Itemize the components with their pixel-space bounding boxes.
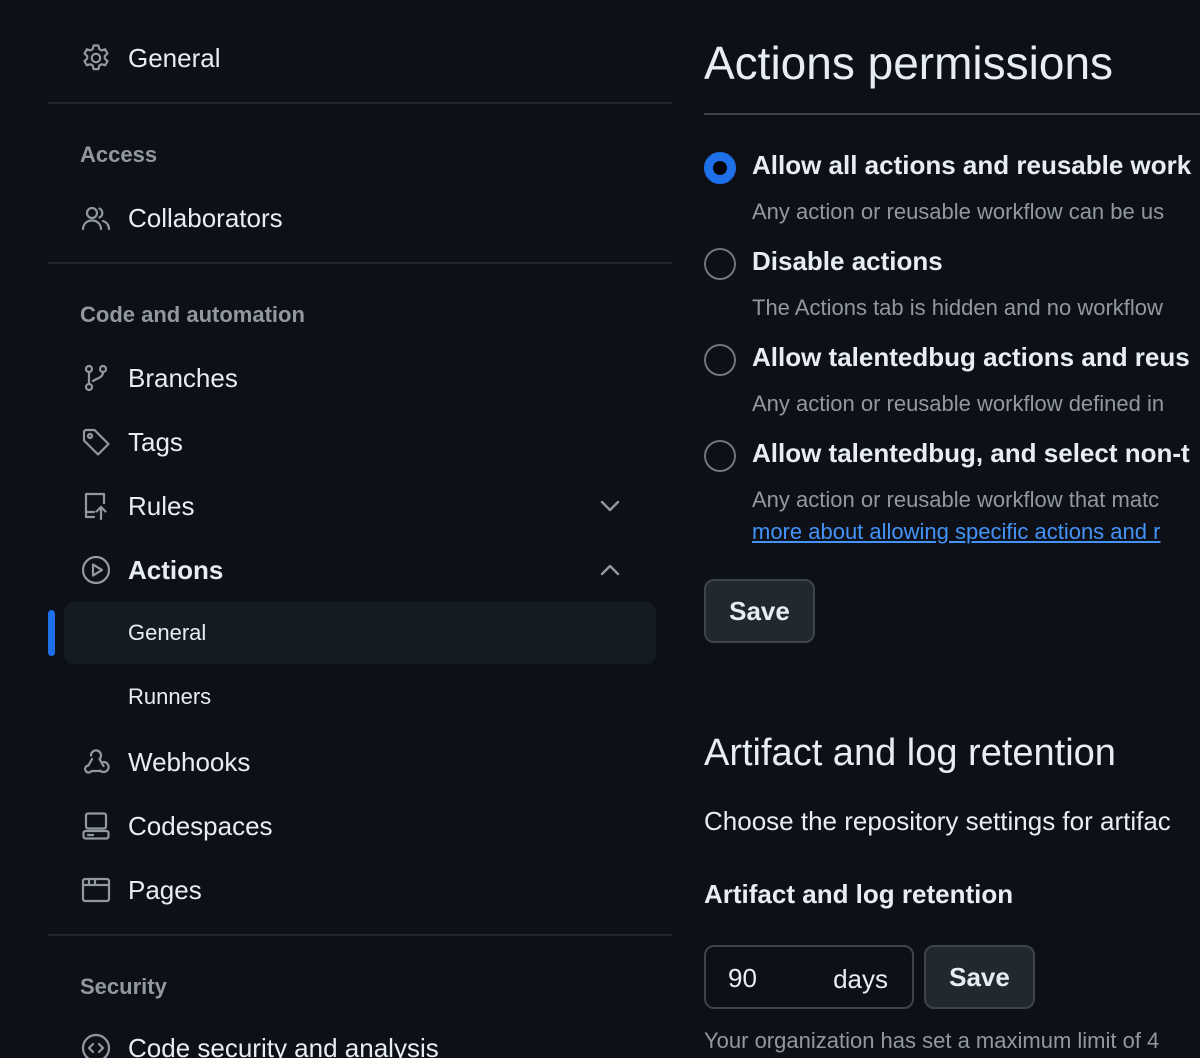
sidebar-item-label: Branches (128, 362, 238, 393)
codescan-icon (80, 1032, 112, 1058)
learn-more-link[interactable]: more about allowing specific actions and… (752, 519, 1160, 545)
sidebar-item-label: Pages (128, 874, 202, 905)
sidebar-item-label: Codespaces (128, 810, 273, 841)
sidebar-item-actions[interactable]: Actions (64, 542, 640, 598)
chevron-up-icon[interactable] (596, 556, 624, 584)
sidebar-item-label: Actions (128, 554, 224, 585)
sidebar-divider (48, 262, 672, 264)
sidebar-item-label: Runners (128, 684, 212, 709)
radio-allow-all[interactable] (704, 152, 736, 184)
sidebar-item-general[interactable]: General (64, 30, 640, 86)
main-content: Actions permissions Allow all actions an… (704, 0, 1200, 1058)
option-description: The Actions tab is hidden and no workflo… (752, 295, 1163, 320)
sidebar-item-rules[interactable]: Rules (64, 478, 640, 534)
sidebar-subitem-actions-general[interactable]: General (64, 602, 656, 664)
chevron-down-icon[interactable] (596, 492, 624, 520)
people-icon (80, 202, 112, 234)
sidebar-heading-access: Access (80, 142, 158, 167)
sidebar-divider (48, 102, 672, 104)
sidebar-item-label: Tags (128, 426, 183, 457)
settings-sidebar: General Access Collaborators Code and au… (48, 0, 672, 1058)
radio-disable[interactable] (704, 248, 736, 280)
sidebar-item-label: Rules (128, 490, 195, 521)
radio-select[interactable] (704, 440, 736, 472)
retention-field-label: Artifact and log retention (704, 879, 1014, 909)
section-description: Choose the repository settings for artif… (704, 806, 1171, 836)
sidebar-item-label: Code security and analysis (128, 1032, 439, 1058)
sidebar-item-label: General (128, 42, 221, 73)
option-label[interactable]: Allow all actions and reusable work (752, 150, 1191, 181)
gear-icon (80, 42, 112, 74)
retention-days-field: days (704, 945, 914, 1009)
sidebar-item-branches[interactable]: Branches (64, 350, 640, 406)
active-indicator (48, 610, 55, 656)
settings-page: General Access Collaborators Code and au… (0, 0, 1200, 1058)
option-description: Any action or reusable workflow that mat… (752, 487, 1160, 512)
title-divider (704, 113, 1200, 115)
days-suffix: days (833, 964, 888, 994)
save-permissions-button[interactable]: Save (704, 579, 815, 643)
tag-icon (80, 426, 112, 458)
sidebar-heading-security: Security (80, 974, 167, 999)
sidebar-item-label: General (128, 620, 207, 645)
webhook-icon (80, 746, 112, 778)
play-icon (80, 554, 112, 586)
sidebar-item-webhooks[interactable]: Webhooks (64, 734, 640, 790)
sidebar-item-tags[interactable]: Tags (64, 414, 640, 470)
section-title-artifact-retention: Artifact and log retention (704, 732, 1116, 774)
sidebar-item-code-security[interactable]: Code security and analysis (64, 1020, 640, 1058)
sidebar-item-label: Collaborators (128, 202, 283, 233)
sidebar-divider (48, 934, 672, 936)
page-title: Actions permissions (704, 37, 1114, 89)
sidebar-item-codespaces[interactable]: Codespaces (64, 798, 640, 854)
retention-limit-note: Your organization has set a maximum limi… (704, 1028, 1160, 1053)
sidebar-item-pages[interactable]: Pages (64, 862, 640, 918)
retention-days-input[interactable] (728, 961, 818, 995)
option-label[interactable]: Allow talentedbug, and select non-t (752, 438, 1190, 469)
repo-push-icon (80, 490, 112, 522)
sidebar-subitem-actions-runners[interactable]: Runners (64, 666, 656, 728)
option-description: Any action or reusable workflow can be u… (752, 199, 1165, 224)
sidebar-item-label: Webhooks (128, 746, 251, 777)
option-label[interactable]: Allow talentedbug actions and reus (752, 342, 1190, 373)
save-retention-button[interactable]: Save (924, 945, 1035, 1009)
option-label[interactable]: Disable actions (752, 246, 943, 277)
radio-local[interactable] (704, 344, 736, 376)
browser-icon (80, 874, 112, 906)
sidebar-heading-code-automation: Code and automation (80, 302, 305, 327)
codespaces-icon (80, 810, 112, 842)
option-description: Any action or reusable workflow defined … (752, 391, 1165, 416)
git-branch-icon (80, 362, 112, 394)
sidebar-item-collaborators[interactable]: Collaborators (64, 190, 640, 246)
